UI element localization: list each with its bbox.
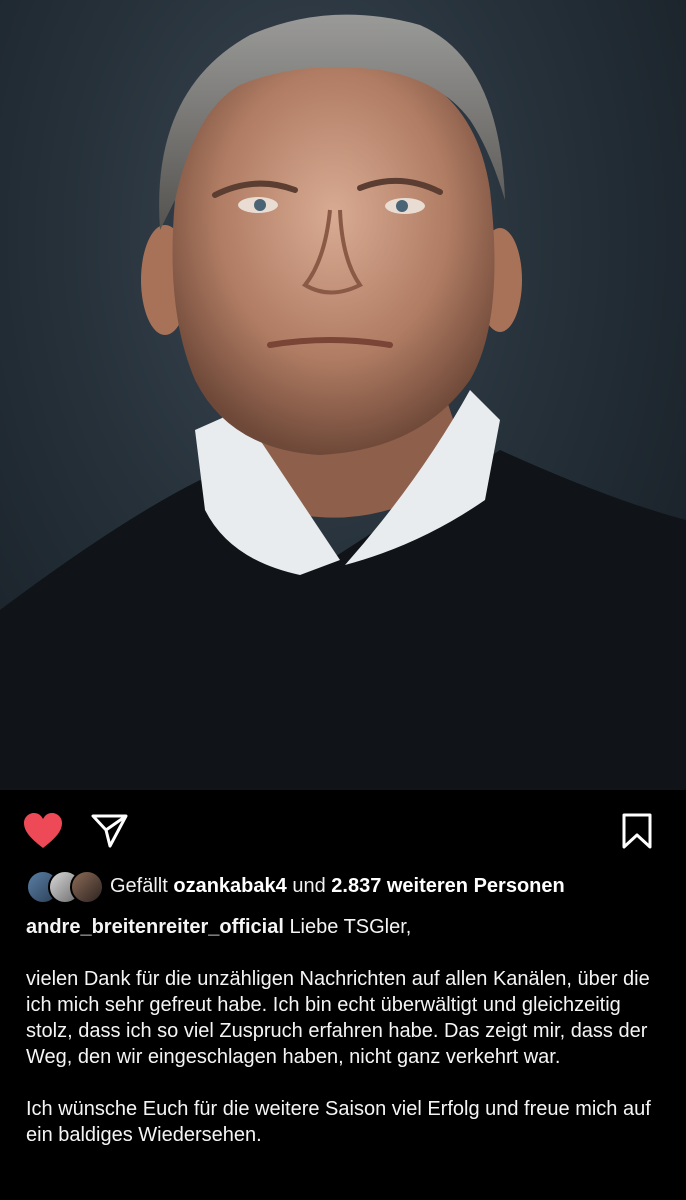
post-actions-bar <box>0 790 686 868</box>
portrait-illustration <box>0 14 686 790</box>
caption-paragraph: Ich wünsche Euch für die weitere Saison … <box>26 1098 651 1146</box>
liker-avatars[interactable] <box>26 870 104 904</box>
likes-text: Gefällt ozankabak4 und 2.837 weiteren Pe… <box>110 875 565 898</box>
avatar <box>70 870 104 904</box>
likes-middle: und <box>292 874 326 897</box>
liker-username[interactable]: ozankabak4 <box>173 875 286 897</box>
bookmark-icon[interactable] <box>620 812 654 850</box>
post-photo[interactable] <box>0 0 686 790</box>
paper-plane-icon[interactable] <box>90 812 130 850</box>
likes-summary[interactable]: Gefällt ozankabak4 und 2.837 weiteren Pe… <box>26 868 666 904</box>
caption-username[interactable]: andre_breitenreiter_official <box>26 916 284 938</box>
likes-count[interactable]: 2.837 weiteren Personen <box>331 875 564 897</box>
post-caption: andre_breitenreiter_official Liebe TSGle… <box>26 914 662 1148</box>
likes-prefix: Gefällt <box>110 874 168 897</box>
heart-icon[interactable] <box>22 812 64 850</box>
caption-paragraph: vielen Dank für die unzähligen Nachricht… <box>26 968 650 1068</box>
caption-first-line: Liebe TSGler, <box>289 916 412 938</box>
